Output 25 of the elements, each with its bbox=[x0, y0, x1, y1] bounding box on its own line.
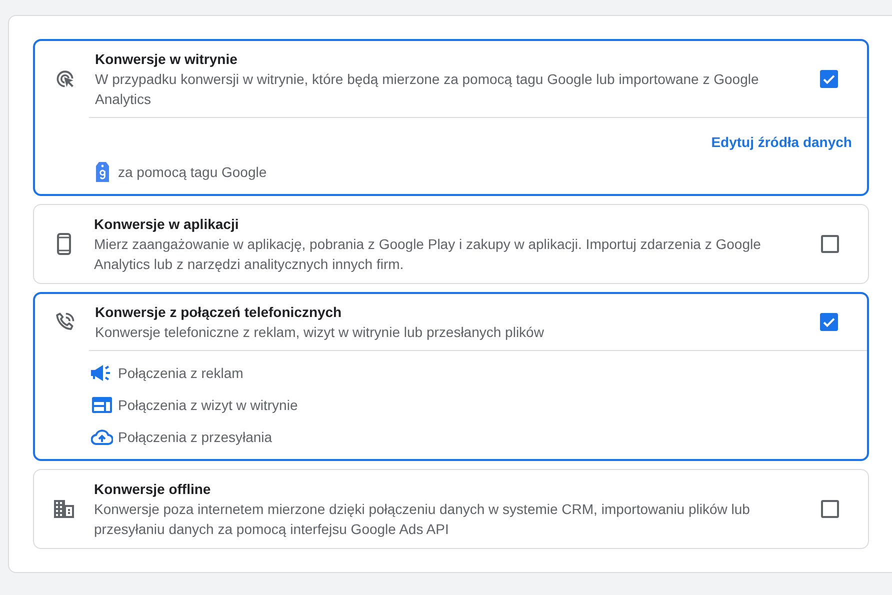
smartphone-icon bbox=[57, 233, 71, 255]
cursor-target-icon bbox=[54, 68, 76, 90]
megaphone-icon bbox=[91, 365, 113, 381]
phone-call-icon bbox=[54, 311, 76, 333]
option-description: Konwersje telefoniczne z reklam, wizyt w witrynie lub przesłanych plików bbox=[95, 323, 545, 342]
edit-data-sources-link[interactable]: Edytuj źródła danych bbox=[711, 134, 852, 150]
option-title: Konwersje offline bbox=[94, 480, 212, 499]
source-label: Połączenia z reklam bbox=[118, 365, 244, 381]
option-title: Konwersje z połączeń telefonicznych bbox=[95, 303, 343, 322]
cloud-upload-icon bbox=[91, 429, 113, 445]
tag-icon bbox=[96, 162, 108, 182]
checkbox[interactable] bbox=[820, 70, 838, 88]
option-description: Mierz zaangażowanie w aplikację, pobrania z Google Play i zakupy w aplikacji. Importuj zdarzenia z Google Analytics lub z narzędzi analitycznych innych firm. bbox=[94, 235, 762, 274]
checkbox[interactable] bbox=[821, 235, 839, 253]
checkbox[interactable] bbox=[821, 500, 839, 518]
checkbox[interactable] bbox=[820, 313, 838, 331]
building-icon bbox=[54, 500, 74, 518]
option-description: W przypadku konwersji w witrynie, które będą mierzone za pomocą tagu Google lub importowane z Google Analytics bbox=[95, 70, 760, 109]
source-label: Połączenia z przesyłania bbox=[118, 429, 272, 445]
web-page-icon bbox=[92, 397, 112, 413]
option-title: Konwersje w witrynie bbox=[95, 50, 238, 69]
option-description: Konwersje poza internetem mierzone dzięki połączeniu danych w systemie CRM, importowaniu plików lub przesyłaniu danych za pomocą interfejsu Google Ads API bbox=[94, 500, 751, 539]
source-label: za pomocą tagu Google bbox=[118, 164, 267, 180]
option-title: Konwersje w aplikacji bbox=[94, 215, 240, 234]
source-label: Połączenia z wizyt w witrynie bbox=[118, 397, 298, 413]
